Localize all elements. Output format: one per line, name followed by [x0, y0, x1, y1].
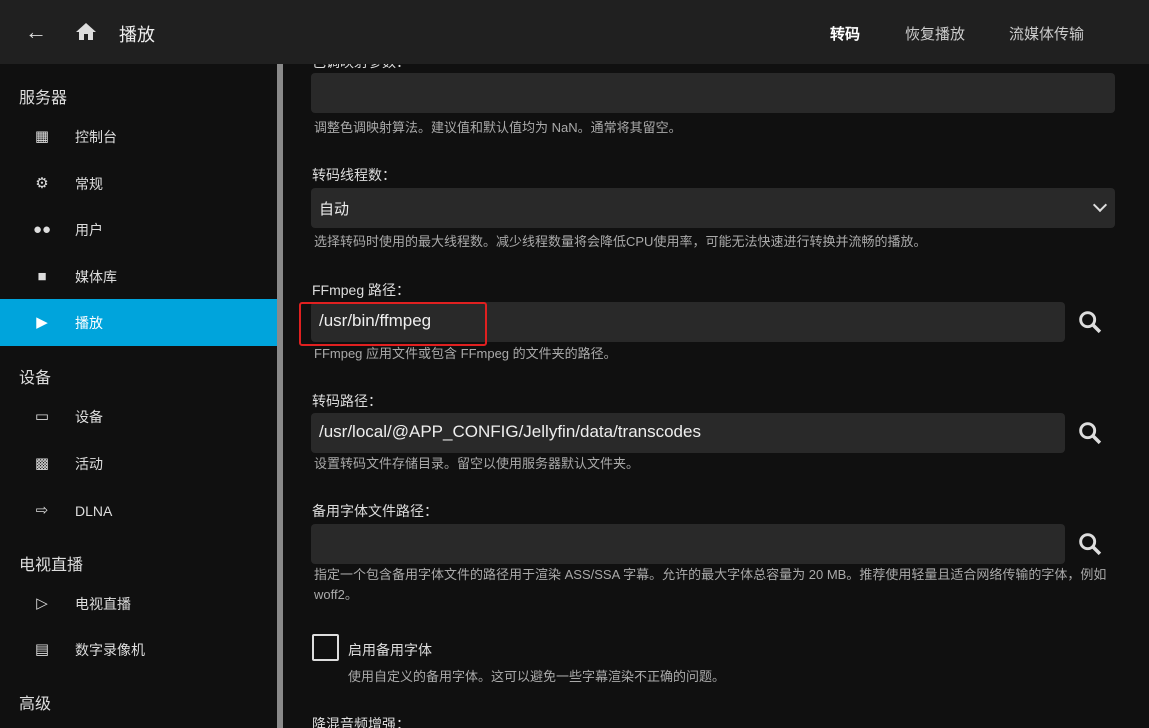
sidebar-item-dlna[interactable]: ⇨ DLNA — [0, 487, 277, 534]
search-icon[interactable] — [1076, 419, 1104, 447]
fallback-font-path-label: 备用字体文件路径： — [312, 503, 438, 519]
downmix-boost-label: 降混音频增强： — [312, 716, 410, 728]
devices-icon: ▭ — [34, 407, 50, 425]
enable-fallback-font-help: 使用自定义的备用字体。这可以避免一些字幕渲染不正确的问题。 — [348, 669, 726, 684]
sidebar-item-label: DLNA — [75, 502, 113, 519]
threads-select[interactable]: 自动 — [311, 188, 1115, 228]
section-advanced: 高级 — [19, 696, 52, 713]
transcode-path-help: 设置转码文件存储目录。留空以使用服务器默认文件夹。 — [314, 456, 640, 471]
sidebar-item-label: 媒体库 — [75, 268, 117, 285]
chart-icon: ▩ — [34, 454, 50, 472]
live-tv-icon: ▷ — [36, 594, 48, 612]
highlight-box — [299, 302, 487, 346]
sidebar-item-dashboard[interactable]: ▦ 控制台 — [0, 113, 277, 160]
fallback-font-path-input[interactable] — [311, 524, 1065, 564]
play-icon: ▶ — [36, 313, 48, 331]
search-icon[interactable] — [1076, 308, 1104, 336]
tonemap-param-input[interactable] — [311, 73, 1115, 113]
chevron-down-icon — [1092, 197, 1108, 213]
ffmpeg-path-help: FFmpeg 应用文件或包含 FFmpeg 的文件夹的路径。 — [314, 346, 617, 361]
sidebar-item-libraries[interactable]: ■ 媒体库 — [0, 253, 277, 300]
threads-value: 自动 — [319, 201, 350, 218]
app-header: ← 播放 转码 恢复播放 流媒体传输 — [0, 0, 1149, 64]
sidebar-item-label: 播放 — [75, 314, 103, 331]
sidebar-item-users[interactable]: ●● 用户 — [0, 206, 277, 253]
sidebar-item-dvr[interactable]: ▤ 数字录像机 — [0, 626, 277, 673]
tab-resume[interactable]: 恢复播放 — [905, 23, 965, 44]
sidebar-item-activity[interactable]: ▩ 活动 — [0, 440, 277, 487]
sidebar-item-playback[interactable]: ▶ 播放 — [0, 299, 277, 346]
section-livetv: 电视直播 — [19, 557, 84, 574]
dvr-icon: ▤ — [34, 640, 50, 658]
tonemap-param-label: 色调映射参数： — [312, 64, 410, 72]
folder-icon: ■ — [37, 267, 47, 285]
ffmpeg-path-label: FFmpeg 路径： — [312, 282, 411, 298]
section-devices: 设备 — [19, 370, 52, 387]
enable-fallback-font-checkbox[interactable] — [312, 634, 339, 661]
threads-help: 选择转码时使用的最大线程数。减少线程数量将会降低CPU使用率，可能无法快速进行转… — [314, 234, 927, 249]
transcode-path-label: 转码路径： — [312, 393, 382, 409]
sidebar-item-label: 数字录像机 — [75, 641, 145, 658]
sidebar-item-label: 用户 — [75, 221, 103, 238]
sidebar-item-label: 电视直播 — [75, 595, 131, 612]
search-icon[interactable] — [1076, 530, 1104, 558]
fallback-font-path-help: 指定一个包含备用字体文件的路径用于渲染 ASS/SSA 字幕。允许的最大字体总容… — [314, 567, 1107, 602]
dashboard-icon: ▦ — [34, 127, 50, 145]
sidebar-item-label: 控制台 — [75, 128, 117, 145]
sidebar-item-devices[interactable]: ▭ 设备 — [0, 393, 277, 440]
input-icon: ⇨ — [35, 501, 49, 519]
people-icon: ●● — [33, 220, 52, 238]
sidebar: 服务器 ▦ 控制台 ⚙ 常规 ●● 用户 ■ 媒体库 ▶ 播放 设备 ▭ 设备 ▩ 活动 ⇨ D… — [0, 64, 277, 728]
enable-fallback-font-label: 启用备用字体 — [348, 642, 432, 658]
back-arrow-icon[interactable]: ← — [24, 20, 48, 44]
settings-form: 色调映射参数： 调整色调映射算法。建议值和默认值均为 NaN。通常将其留空。 转… — [283, 64, 1149, 728]
tonemap-param-help: 调整色调映射算法。建议值和默认值均为 NaN。通常将其留空。 — [314, 120, 682, 135]
gear-icon: ⚙ — [35, 174, 49, 192]
tab-transcoding[interactable]: 转码 — [830, 23, 860, 44]
section-server: 服务器 — [19, 90, 68, 107]
tab-streaming[interactable]: 流媒体传输 — [1009, 23, 1084, 44]
threads-label: 转码线程数： — [312, 167, 396, 183]
transcode-path-input[interactable]: /usr/local/@APP_CONFIG/Jellyfin/data/tra… — [311, 413, 1065, 453]
page-title: 播放 — [119, 25, 155, 45]
sidebar-item-livetv[interactable]: ▷ 电视直播 — [0, 580, 277, 627]
sidebar-item-label: 常规 — [75, 175, 103, 192]
sidebar-item-label: 设备 — [75, 408, 103, 425]
home-icon[interactable] — [74, 20, 98, 44]
sidebar-item-general[interactable]: ⚙ 常规 — [0, 160, 277, 207]
sidebar-item-label: 活动 — [75, 455, 103, 472]
